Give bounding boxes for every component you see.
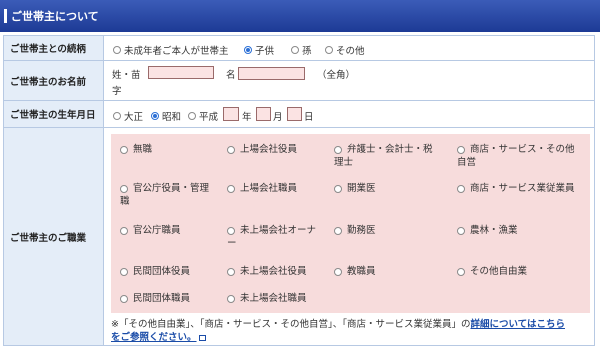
relation-option-minor[interactable]: 未成年者ご本人が世帯主 [113, 43, 229, 57]
radio-icon[interactable] [457, 145, 465, 154]
details-link-cont[interactable]: をご参照ください。 [111, 332, 197, 343]
year-label: 年 [242, 112, 252, 123]
job-option-teacher[interactable]: 教職員 [334, 265, 440, 278]
relation-row: ご世帯主との続柄 未成年者ご本人が世帯主 子供 孫 その他 [4, 36, 594, 61]
radio-icon[interactable] [227, 294, 235, 303]
occupation-row: ご世帯主のご職業 無職 上場会社役員 弁護士・会計士・税 理士 商店・サービス・そ… [4, 128, 594, 345]
birthdate-row: ご世帯主の生年月日 大正 昭和 平成 年 月 日 [4, 101, 594, 128]
month-input[interactable] [256, 107, 271, 121]
job-option-freelance[interactable]: その他自由業 [457, 265, 587, 278]
radio-icon[interactable] [334, 145, 342, 154]
job-option-unlisted-officer[interactable]: 未上場会社役員 [227, 265, 333, 278]
radio-icon[interactable] [457, 226, 465, 235]
sei-label-cont: 字 [112, 86, 122, 97]
radio-icon[interactable] [334, 226, 342, 235]
occupation-note: ※「その他自由業」、「商店・サービス・その他自営」、「商店・サービス業従業員」の… [111, 319, 565, 343]
radio-icon[interactable] [227, 267, 235, 276]
job-option-unlisted-owner[interactable]: 未上場会社オーナー [227, 224, 333, 250]
sei-input[interactable] [148, 66, 214, 79]
job-option-shop-employee[interactable]: 商店・サービス業従業員 [457, 182, 587, 195]
job-option-org-staff[interactable]: 民間団体職員 [120, 292, 226, 305]
radio-icon[interactable] [227, 184, 235, 193]
sei-label: 姓・苗 [112, 70, 141, 81]
header-accent-bar [4, 9, 7, 23]
job-option-doctor[interactable]: 勤務医 [334, 224, 440, 237]
day-label: 日 [304, 112, 314, 123]
job-option-practitioner[interactable]: 開業医 [334, 182, 440, 195]
radio-icon[interactable] [457, 184, 465, 193]
job-option-listed-staff[interactable]: 上場会社職員 [227, 182, 333, 195]
name-row: ご世帯主のお名前 姓・苗 字 名 （全角） [4, 61, 594, 101]
radio-icon[interactable] [291, 46, 299, 54]
job-option-unlisted-staff[interactable]: 未上場会社職員 [227, 292, 333, 305]
relation-label: ご世帯主との続柄 [4, 36, 104, 60]
radio-selected-icon[interactable] [244, 46, 252, 54]
radio-icon[interactable] [227, 145, 235, 154]
radio-icon[interactable] [188, 112, 196, 120]
radio-icon[interactable] [334, 267, 342, 276]
radio-icon[interactable] [113, 46, 121, 54]
radio-icon[interactable] [113, 112, 121, 120]
relation-option-other[interactable]: その他 [325, 43, 365, 57]
era-taisho[interactable]: 大正 [113, 109, 143, 123]
job-option-gov-manager[interactable]: 官公庁役員・管理職 [120, 182, 226, 208]
radio-selected-icon[interactable] [151, 112, 159, 120]
radio-icon[interactable] [120, 267, 128, 276]
mei-label: 名 [226, 70, 236, 81]
era-heisei[interactable]: 平成 [188, 109, 218, 123]
mei-input[interactable] [238, 67, 305, 80]
occupation-label: ご世帯主のご職業 [4, 128, 104, 345]
details-link[interactable]: 詳細についてはこちら [470, 319, 565, 330]
external-window-icon [198, 334, 206, 341]
radio-icon[interactable] [334, 184, 342, 193]
relation-option-child[interactable]: 子供 [244, 43, 274, 57]
radio-icon[interactable] [457, 267, 465, 276]
era-showa[interactable]: 昭和 [151, 109, 181, 123]
relation-option-grandchild[interactable]: 孫 [291, 43, 312, 57]
radio-icon[interactable] [120, 294, 128, 303]
month-label: 月 [273, 112, 283, 123]
occupation-options: 無職 上場会社役員 弁護士・会計士・税 理士 商店・サービス・その他 自営 官公庁役… [111, 134, 590, 313]
birthdate-label: ご世帯主の生年月日 [4, 101, 104, 127]
section-header: ご世帯主について [0, 0, 600, 32]
job-option-lawyer[interactable]: 弁護士・会計士・税 理士 [334, 143, 449, 169]
job-option-org-officer[interactable]: 民間団体役員 [120, 265, 226, 278]
day-input[interactable] [287, 107, 302, 121]
section-title: ご世帯主について [11, 10, 99, 23]
radio-icon[interactable] [120, 226, 128, 235]
householder-form: ご世帯主との続柄 未成年者ご本人が世帯主 子供 孫 その他 ご世帯主のお名前 姓… [3, 35, 595, 346]
job-option-listed-officer[interactable]: 上場会社役員 [227, 143, 333, 156]
job-option-gov-staff[interactable]: 官公庁職員 [120, 224, 226, 237]
year-input[interactable] [223, 107, 239, 121]
name-label: ご世帯主のお名前 [4, 61, 104, 100]
radio-icon[interactable] [120, 184, 128, 193]
job-option-self-employed[interactable]: 商店・サービス・その他 自営 [457, 143, 587, 169]
job-option-agriculture[interactable]: 農林・漁業 [457, 224, 587, 237]
radio-icon[interactable] [325, 46, 333, 54]
fullwidth-note: （全角） [317, 70, 356, 81]
radio-icon[interactable] [227, 226, 235, 235]
job-option-unemployed[interactable]: 無職 [120, 143, 226, 156]
radio-icon[interactable] [120, 145, 128, 154]
